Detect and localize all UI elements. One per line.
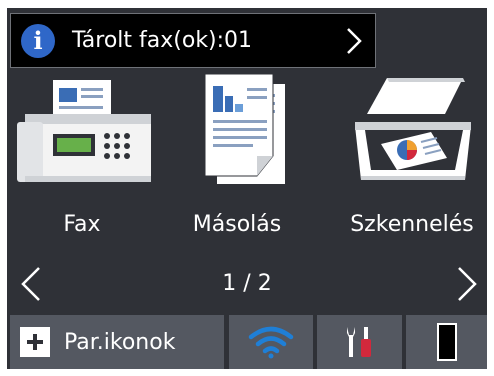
toner-button[interactable] bbox=[406, 315, 487, 369]
settings-button[interactable] bbox=[317, 315, 402, 369]
previous-page-arrow-icon[interactable] bbox=[19, 266, 43, 302]
app-scan-label: Szkennelés bbox=[350, 212, 474, 237]
fax-machine-icon bbox=[17, 80, 151, 182]
info-icon: i bbox=[21, 23, 55, 58]
page-indicator: 1 / 2 bbox=[222, 271, 272, 296]
settings-tools-icon bbox=[346, 327, 371, 357]
touchscreen: i Tárolt fax(ok):01 Fax Másolás Szkennel… bbox=[7, 8, 487, 369]
wifi-icon bbox=[248, 326, 294, 359]
app-copy-button[interactable]: Másolás bbox=[177, 72, 327, 242]
notification-bar[interactable]: i Tárolt fax(ok):01 bbox=[10, 13, 376, 68]
wifi-button[interactable] bbox=[229, 315, 313, 369]
app-copy-label: Másolás bbox=[192, 212, 282, 237]
copy-documents-icon bbox=[204, 73, 285, 184]
chevron-right-icon bbox=[347, 27, 362, 54]
scanner-icon bbox=[355, 78, 471, 180]
shortcuts-label: Par.ikonok bbox=[64, 329, 176, 355]
shortcuts-button[interactable]: Par.ikonok bbox=[10, 315, 224, 369]
app-fax-label: Fax bbox=[63, 212, 101, 237]
next-page-arrow-icon[interactable] bbox=[455, 266, 479, 302]
app-fax-button[interactable]: Fax bbox=[7, 72, 157, 242]
plus-icon bbox=[20, 327, 50, 357]
notification-text: Tárolt fax(ok):01 bbox=[72, 28, 253, 53]
app-scan-button[interactable]: Szkennelés bbox=[337, 72, 487, 242]
toner-level-icon bbox=[436, 323, 457, 361]
